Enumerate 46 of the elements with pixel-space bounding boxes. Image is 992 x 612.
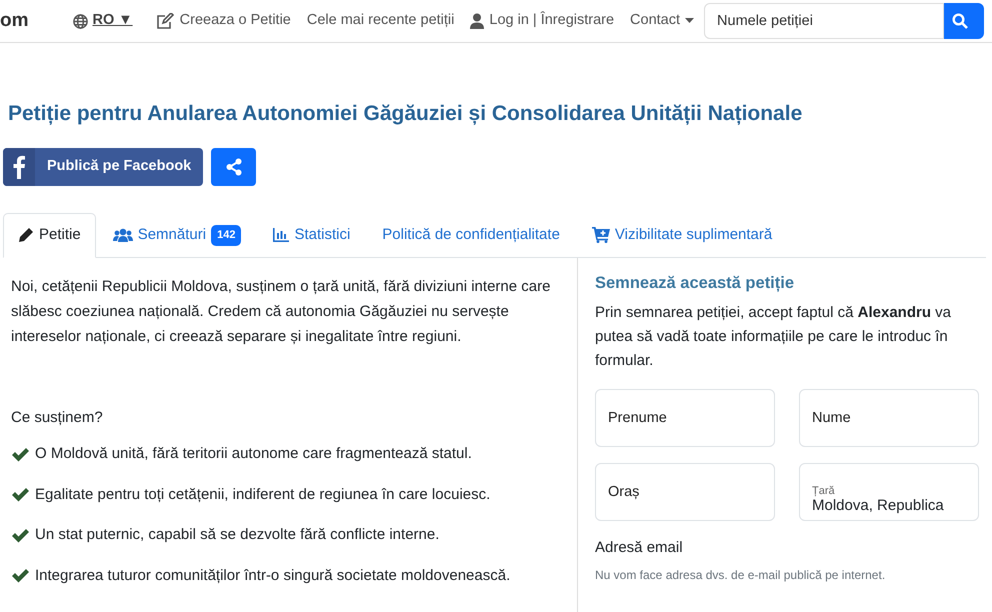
count-badge: 142 — [211, 225, 242, 246]
list-item-text: O Moldovă unită, fără teritorii autonome care fragmentează statul. — [35, 444, 472, 464]
tab[interactable]: Statistici — [258, 213, 366, 258]
list-item-text: Egalitate pentru toți cetățenii, indiferent de regiunea în care locuiesc. — [35, 484, 490, 505]
text-field[interactable]: Prenume — [595, 389, 775, 448]
section-heading: Ce susținem? — [11, 408, 104, 428]
globe-icon — [72, 14, 88, 28]
consent-text: Prin semnarea petiției, accept faptul că Alexandru va putea să vadă toate informațiile pe care le introduc în formular. — [595, 303, 952, 372]
nav-link[interactable]: Cele mai recente petiții — [306, 10, 454, 32]
facebook-icon — [13, 155, 25, 180]
search-button[interactable] — [944, 3, 984, 39]
caret-icon — [685, 18, 694, 24]
edit-icon — [156, 13, 175, 29]
facebook-share-button[interactable]: Publică pe Facebook — [3, 148, 204, 186]
site-logo-text[interactable]: om — [0, 6, 28, 36]
tab[interactable]: Petitie — [3, 213, 96, 258]
form-heading: Semnează această petiție — [595, 274, 796, 294]
list-item-text: Integrarea tuturor comunităților într-o singură societate moldovenească. — [35, 566, 510, 586]
check-icon — [11, 487, 29, 502]
email-label: Adresă email — [595, 538, 684, 558]
user-icon — [470, 13, 484, 29]
tab[interactable]: Semnături 142 — [98, 213, 256, 258]
list-item-text: Un stat puternic, capabil să se dezvolte fără conflicte interne. — [35, 525, 440, 546]
pencil-icon — [18, 227, 34, 244]
search-icon — [952, 13, 968, 29]
check-icon — [11, 568, 29, 584]
check-icon — [11, 446, 29, 462]
help-text: Nu vom face adresa dvs. de e-mail publică pe internet. — [595, 566, 886, 584]
text-field[interactable]: Oraș — [595, 463, 775, 522]
contact-dropdown[interactable]: Contact — [630, 10, 694, 32]
share-button[interactable] — [211, 148, 256, 186]
bar-chart-icon — [273, 228, 290, 242]
petition-description: Noi, cetățenii Republicii Moldova, susținem o țară unită, fără diviziuni interne care slăbesc coeziunea națională. Credem că autonomia Găgăuziei nu servește intereselor naționale, ci creează separare și inegalitate între regiuni. — [11, 276, 552, 347]
cart-plus-icon — [592, 227, 610, 244]
share-icon — [226, 158, 242, 176]
tab[interactable]: Politică de confidențialitate — [367, 213, 575, 258]
users-icon — [112, 228, 133, 242]
create-petition-link[interactable]: Creeaza o Petitie — [156, 10, 291, 32]
petition-title: Petiție pentru Anularea Autonomiei Găgăuziei și Consolidarea Unității Naționale — [8, 101, 804, 126]
text-field[interactable]: Nume — [799, 389, 979, 448]
login-link[interactable]: Log in | Înregistrare — [470, 10, 614, 32]
tab[interactable]: Vizibilitate suplimentară — [576, 213, 788, 258]
language-selector[interactable]: RO ▼ — [72, 10, 133, 32]
check-icon — [11, 528, 29, 543]
country-select[interactable]: Țară Moldova, Republica — [799, 463, 979, 522]
search-field[interactable]: Numele petiției — [704, 3, 944, 39]
